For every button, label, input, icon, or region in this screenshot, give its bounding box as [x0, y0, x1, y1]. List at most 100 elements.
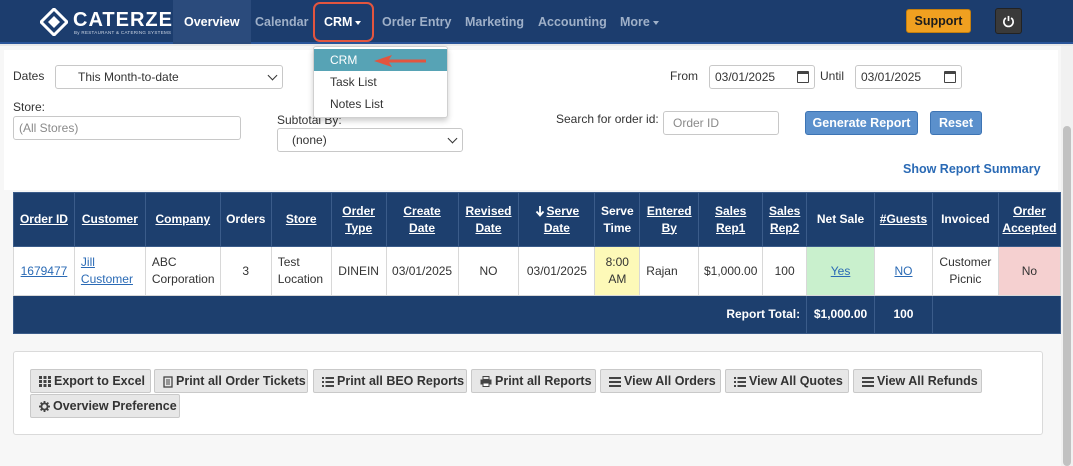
col-create-date[interactable]: Create Date [385, 192, 459, 247]
store-input[interactable]: (All Stores) [13, 116, 241, 140]
list-icon [862, 376, 874, 387]
col-sales-rep1[interactable]: Sales Rep1 [698, 192, 764, 247]
subtotal-select[interactable]: (none) [277, 128, 463, 152]
dates-select-value: This Month-to-date [78, 70, 179, 84]
dates-label: Dates [13, 69, 45, 83]
col-company-label: Company [155, 212, 211, 226]
nav-order-entry[interactable]: Order Entry [371, 0, 462, 44]
cell-serve-time: 8:00 AM [594, 246, 641, 296]
cell-revised-date: NO [457, 246, 520, 296]
cell-guests[interactable]: NO [874, 246, 933, 296]
view-all-refunds-button[interactable]: View All Refunds [853, 369, 982, 393]
col-guests[interactable]: #Guests [874, 192, 933, 247]
col-serve-time-label: Serve Time [600, 203, 634, 235]
generate-report-button[interactable]: Generate Report [805, 111, 918, 135]
nav-marketing[interactable]: Marketing [454, 0, 535, 44]
show-report-summary-link[interactable]: Show Report Summary [903, 162, 1041, 176]
store-label: Store: [13, 100, 46, 114]
col-serve-date-label: Serve Date [543, 203, 580, 235]
report-total-guests: 100 [874, 295, 933, 334]
chevron-down-icon [447, 133, 458, 144]
cell-entered-by: Rajan [639, 246, 700, 296]
report-total-row: Report Total: $1,000.00 100 [12, 295, 1062, 334]
col-company[interactable]: Company [144, 192, 221, 247]
top-navbar: CATERZEN By RESTAURANT & CATERING SYSTEM… [0, 0, 1073, 44]
col-customer[interactable]: Customer [73, 192, 146, 247]
crm-annotation-box [313, 2, 374, 42]
brand-name: CATERZEN [73, 9, 189, 31]
dates-select[interactable]: This Month-to-date [55, 65, 283, 89]
col-order-type[interactable]: Order Type [330, 192, 387, 247]
col-order-id-label: Order ID [19, 212, 68, 226]
col-customer-label: Customer [81, 212, 138, 226]
customer-link[interactable]: Jill Customer [81, 255, 133, 286]
print-order-tickets-button[interactable]: Print all Order Tickets [154, 369, 308, 393]
col-orders: Orders [219, 192, 272, 247]
caterzen-logo[interactable]: CATERZEN By RESTAURANT & CATERING SYSTEM… [40, 8, 187, 36]
col-create-date-label: Create Date [403, 203, 441, 235]
col-serve-date[interactable]: Serve Date [518, 192, 596, 247]
col-order-id[interactable]: Order ID [13, 192, 75, 247]
col-entered-by[interactable]: Entered By [639, 192, 700, 247]
col-sales-rep1-label: Sales Rep1 [715, 203, 747, 235]
power-icon [1003, 15, 1014, 28]
scrollbar-thumb[interactable] [1063, 126, 1071, 466]
net-sale-link[interactable]: Yes [831, 264, 851, 278]
order-id-link[interactable]: 1679477 [21, 264, 68, 278]
until-date-input[interactable]: 03/01/2025 [855, 65, 962, 89]
ticket-icon [163, 376, 173, 388]
guests-link[interactable]: NO [894, 264, 912, 278]
order-id-input[interactable]: Order ID [663, 111, 779, 135]
overview-preference-button[interactable]: Overview Preference [30, 394, 180, 418]
col-net-sale: Net Sale [806, 192, 875, 247]
print-all-reports-button[interactable]: Print all Reports [471, 369, 596, 393]
view-all-orders-button[interactable]: View All Orders [600, 369, 721, 393]
nav-calendar[interactable]: Calendar [244, 0, 320, 44]
chevron-down-icon [267, 70, 278, 81]
view-all-quotes-button[interactable]: View All Quotes [725, 369, 849, 393]
col-invoiced: Invoiced [931, 192, 999, 247]
print-beo-reports-label: Print all BEO Reports [337, 374, 465, 388]
from-date-value: 03/01/2025 [715, 70, 776, 84]
col-store[interactable]: Store [270, 192, 332, 247]
support-button[interactable]: Support [906, 9, 971, 33]
from-date-input[interactable]: 03/01/2025 [709, 65, 815, 89]
menu-item-task-list[interactable]: Task List [314, 71, 447, 93]
actions-card [13, 351, 1043, 435]
view-all-orders-label: View All Orders [624, 374, 716, 388]
until-label: Until [820, 69, 845, 83]
calendar-icon[interactable] [944, 71, 956, 83]
col-sales-rep2[interactable]: Sales Rep2 [762, 192, 808, 247]
until-date-value: 03/01/2025 [861, 70, 922, 84]
overview-preference-label: Overview Preference [53, 399, 177, 413]
cell-order-id[interactable]: 1679477 [13, 246, 75, 296]
export-excel-button[interactable]: Export to Excel [30, 369, 151, 393]
cell-customer[interactable]: Jill Customer [73, 246, 146, 296]
cell-net-sale[interactable]: Yes [806, 246, 875, 296]
reset-button[interactable]: Reset [930, 111, 982, 135]
page-scrollbar[interactable] [1061, 46, 1073, 466]
cell-sales-rep1: $1,000.00 [698, 246, 764, 296]
cell-serve-date: 03/01/2025 [518, 246, 596, 296]
col-entered-by-label: Entered By [646, 203, 692, 235]
menu-item-notes-list[interactable]: Notes List [314, 93, 447, 115]
col-revised-date[interactable]: Revised Date [457, 192, 520, 247]
nav-more[interactable]: More [609, 0, 670, 44]
print-beo-reports-button[interactable]: Print all BEO Reports [313, 369, 467, 393]
cell-store: Test Location [270, 246, 332, 296]
nav-overview[interactable]: Overview [173, 0, 251, 44]
grid-icon [39, 376, 51, 388]
calendar-icon[interactable] [797, 71, 809, 83]
sort-down-arrow-icon [535, 206, 544, 218]
power-button[interactable] [995, 8, 1022, 34]
col-order-accepted[interactable]: Order Accepted [997, 192, 1062, 247]
nav-more-label: More [620, 15, 650, 29]
print-all-reports-label: Print all Reports [495, 374, 592, 388]
view-all-quotes-label: View All Quotes [749, 374, 843, 388]
list-icon [609, 376, 621, 387]
report-total-label: Report Total: [12, 295, 808, 334]
list-icon [734, 376, 746, 387]
brand-tagline: By RESTAURANT & CATERING SYSTEMS [74, 30, 172, 35]
cell-invoiced: Customer Picnic [931, 246, 999, 296]
nav-accounting[interactable]: Accounting [527, 0, 618, 44]
